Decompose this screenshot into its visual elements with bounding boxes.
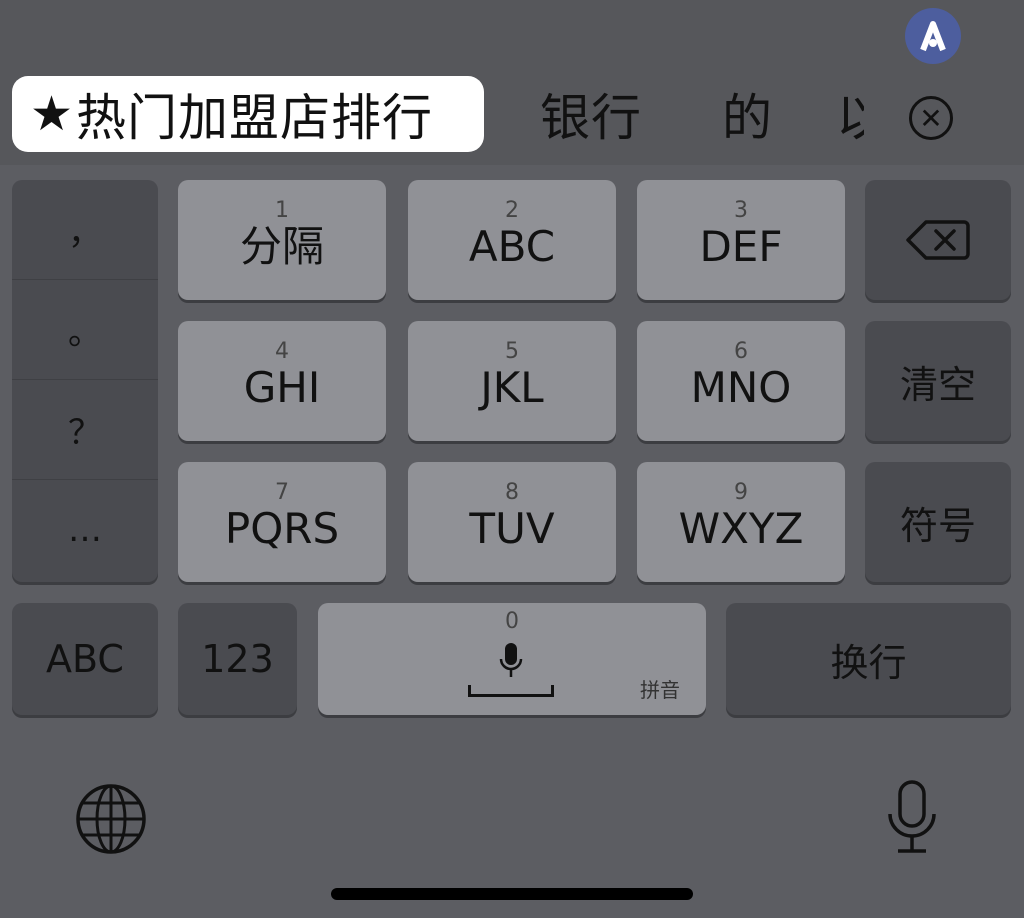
- clear-button[interactable]: 清空: [865, 321, 1011, 441]
- input-mode-label: 拼音: [640, 678, 680, 702]
- key-2[interactable]: 2 ABC: [408, 180, 616, 300]
- candidate-selected[interactable]: ★ 热门加盟店排行: [12, 76, 484, 152]
- punctuation-comma[interactable]: ，: [12, 180, 158, 280]
- candidate-item[interactable]: 以: [836, 76, 864, 152]
- key-number: 1: [275, 197, 289, 223]
- space-icon: [468, 685, 554, 697]
- abc-label: ABC: [46, 637, 124, 681]
- close-circle-icon[interactable]: ✕: [909, 96, 953, 140]
- key-letters: ABC: [468, 221, 556, 271]
- space-key[interactable]: 0 拼音: [318, 603, 706, 715]
- abc-button[interactable]: ABC: [12, 603, 158, 715]
- symbols-label: 符号: [899, 503, 976, 548]
- key-7[interactable]: 7 PQRS: [178, 462, 386, 582]
- key-number: 6: [734, 338, 748, 364]
- key-3[interactable]: 3 DEF: [637, 180, 845, 300]
- key-4[interactable]: 4 GHI: [178, 321, 386, 441]
- home-indicator: [331, 888, 693, 900]
- punctuation-column: ， 。 ？ …: [12, 180, 158, 582]
- numbers-button[interactable]: 123: [178, 603, 297, 715]
- key-5[interactable]: 5 JKL: [408, 321, 616, 441]
- key-number: 0: [505, 609, 519, 634]
- key-letters: JKL: [480, 362, 544, 412]
- candidate-row: ★ 热门加盟店排行 银行 的 以: [0, 72, 1024, 162]
- punctuation-question[interactable]: ？: [12, 380, 158, 480]
- microphone-icon[interactable]: [882, 778, 942, 858]
- clear-label: 清空: [899, 362, 976, 407]
- star-icon: ★: [30, 86, 75, 142]
- microphone-icon: [499, 643, 523, 677]
- key-letters: WXYZ: [678, 503, 804, 553]
- key-8[interactable]: 8 TUV: [408, 462, 616, 582]
- backspace-icon: [906, 220, 970, 260]
- candidate-item[interactable]: 的: [722, 76, 773, 152]
- key-number: 5: [505, 338, 519, 364]
- delete-button[interactable]: [865, 180, 1011, 300]
- key-letters: TUV: [469, 503, 555, 553]
- punctuation-period[interactable]: 。: [12, 280, 158, 380]
- key-9[interactable]: 9 WXYZ: [637, 462, 845, 582]
- symbols-button[interactable]: 符号: [865, 462, 1011, 582]
- key-1[interactable]: 1 分隔: [178, 180, 386, 300]
- assistant-icon: [920, 21, 946, 52]
- key-number: 9: [734, 479, 748, 505]
- key-letters: DEF: [699, 221, 783, 271]
- key-letters: PQRS: [224, 503, 340, 553]
- key-letters: 分隔: [239, 221, 324, 271]
- key-letters: GHI: [243, 362, 321, 412]
- globe-icon[interactable]: [74, 782, 148, 856]
- assistant-button[interactable]: [905, 8, 961, 64]
- key-letters: MNO: [690, 362, 792, 412]
- key-number: 3: [734, 197, 748, 223]
- numbers-label: 123: [201, 637, 274, 681]
- candidate-item[interactable]: 银行: [540, 76, 642, 152]
- key-number: 2: [505, 197, 519, 223]
- key-6[interactable]: 6 MNO: [637, 321, 845, 441]
- candidate-selected-label: 热门加盟店排行: [76, 89, 434, 147]
- key-number: 7: [275, 479, 289, 505]
- enter-label: 换行: [830, 640, 907, 685]
- enter-button[interactable]: 换行: [726, 603, 1011, 715]
- key-number: 4: [275, 338, 289, 364]
- key-number: 8: [505, 479, 519, 505]
- punctuation-ellipsis[interactable]: …: [12, 480, 158, 580]
